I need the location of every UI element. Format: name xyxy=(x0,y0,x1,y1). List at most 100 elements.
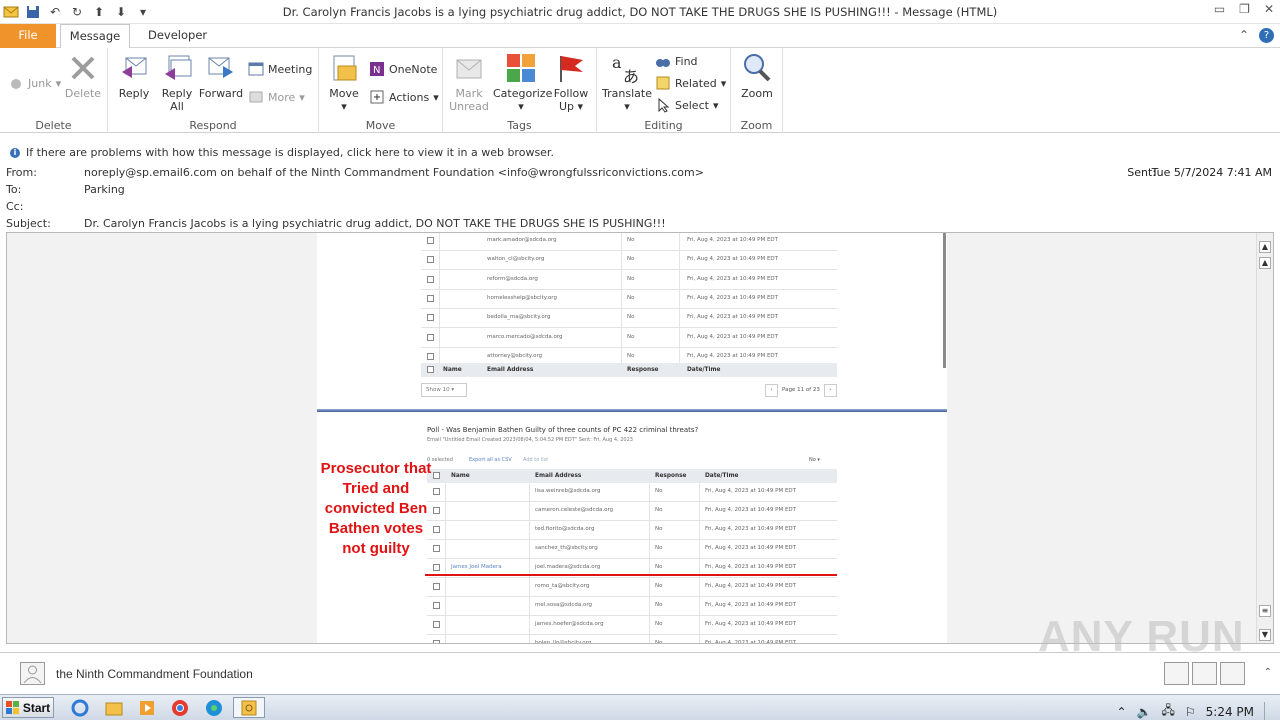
people-pane: the Ninth Commandment Foundation ⌃ xyxy=(0,652,1280,692)
ie-icon[interactable] xyxy=(66,697,94,718)
chrome-icon[interactable] xyxy=(166,697,194,718)
volume-icon[interactable]: 🔈 xyxy=(1137,705,1152,719)
respond-group-label: Respond xyxy=(189,119,237,132)
reply-button[interactable]: Reply xyxy=(114,52,154,100)
cell-email: attorney@sbcity.org xyxy=(487,352,543,359)
row-checkbox xyxy=(427,352,434,360)
move-button[interactable]: Move ▾ xyxy=(325,52,363,113)
forward-button[interactable]: Forward xyxy=(198,52,244,100)
mark-unread-button[interactable]: Mark Unread xyxy=(449,52,489,113)
cell-date: Fri, Aug 4, 2023 at 10:49 PM EDT xyxy=(687,352,779,359)
editing-group-label: Editing xyxy=(644,119,683,132)
recipients-table-1: mark.amador@sdcda.org No Fri, Aug 4, 2023 … xyxy=(421,233,837,375)
avatar[interactable] xyxy=(1164,662,1189,685)
follow-up-button[interactable]: Follow Up ▾ xyxy=(551,52,591,113)
minimize-icon[interactable]: ▭ xyxy=(1214,2,1225,16)
avatar[interactable] xyxy=(1220,662,1245,685)
vertical-scrollbar[interactable]: ▲ ▲ ≡ ▼ xyxy=(1256,233,1273,643)
table1-pagination: ‹ Page 11 of 23 › xyxy=(765,383,837,397)
tab-file[interactable]: File xyxy=(0,24,56,48)
row-checkbox xyxy=(427,256,434,264)
scroll-down-icon[interactable]: ▼ xyxy=(1259,629,1271,641)
show-hidden-icons-icon[interactable]: ⌃ xyxy=(1116,705,1126,719)
categorize-button[interactable]: Categorize ▾ xyxy=(493,52,552,113)
junk-icon xyxy=(8,75,24,91)
row-checkbox xyxy=(427,333,434,341)
delete-x-icon xyxy=(71,56,95,80)
cell-response: No xyxy=(627,237,635,243)
cell-email: sanchez_th@sbcity.org xyxy=(535,545,598,551)
tab-message[interactable]: Message xyxy=(60,24,130,49)
cell-date: Fri, Aug 4, 2023 at 10:49 PM EDT xyxy=(687,237,779,243)
start-button[interactable]: Start xyxy=(2,697,54,718)
edge-icon[interactable] xyxy=(200,697,228,718)
tags-group: Mark Unread Categorize ▾ Follow Up ▾ Tags xyxy=(443,48,597,133)
find-button[interactable]: Find xyxy=(655,52,698,70)
explorer-folder-icon[interactable] xyxy=(100,697,128,718)
message-body-image: mark.amador@sdcda.org No Fri, Aug 4, 2023 … xyxy=(317,233,947,643)
cell-date: Fri, Aug 4, 2023 at 10:49 PM EDT xyxy=(705,602,797,608)
scroll-thumb[interactable]: ≡ xyxy=(1259,605,1271,617)
cell-email: homelesshelp@sbcity.org xyxy=(487,294,557,301)
move-group-label: Move xyxy=(365,119,396,132)
avatar[interactable] xyxy=(20,662,45,685)
select-button[interactable]: Select ▾ xyxy=(655,96,718,114)
to-value[interactable]: Parking xyxy=(84,183,125,196)
actions-icon xyxy=(369,89,385,105)
inner-scrollbar xyxy=(943,233,946,368)
cell-response: No xyxy=(655,583,663,589)
move-folder-icon xyxy=(333,55,357,81)
window-title: Dr. Carolyn Francis Jacobs is a lying ps… xyxy=(282,5,998,19)
delete-button[interactable]: Delete xyxy=(62,52,104,100)
collapse-ribbon-icon[interactable]: ⌃ xyxy=(1239,28,1249,43)
zoom-button[interactable]: Zoom xyxy=(737,52,777,100)
display-problem-infobar[interactable]: i If there are problems with how this me… xyxy=(10,146,554,159)
cell-email: mel.sosa@sdcda.org xyxy=(535,602,592,608)
cell-email: reform@sdcda.org xyxy=(487,275,538,282)
cell-response: No xyxy=(655,507,663,513)
column-divider xyxy=(699,483,700,643)
scroll-up-icon[interactable]: ▲ xyxy=(1259,257,1271,269)
help-icon[interactable]: ? xyxy=(1259,28,1274,43)
scroll-up-icon[interactable]: ▲ xyxy=(1259,241,1271,253)
delete-group-label: Delete xyxy=(35,119,72,132)
maximize-icon[interactable]: ❐ xyxy=(1239,2,1250,16)
show-10-select: Show 10 ▾ xyxy=(421,383,467,397)
meeting-button[interactable]: Meeting xyxy=(248,60,312,78)
title-bar: ↶ ↻ ⬆ ⬇ ▾ Dr. Carolyn Francis Jacobs is … xyxy=(0,0,1280,24)
find-binoculars-icon xyxy=(655,53,671,69)
reply-all-button[interactable]: Reply All xyxy=(158,52,196,113)
translate-button[interactable]: aあ Translate ▾ xyxy=(601,52,653,113)
network-icon[interactable]: 🖧 xyxy=(1161,701,1174,720)
tab-developer[interactable]: Developer xyxy=(136,24,219,48)
cell-response: No xyxy=(627,333,635,340)
row-checkbox xyxy=(427,275,434,283)
show-desktop-button[interactable] xyxy=(1264,701,1272,720)
outlook-taskbar-icon[interactable] xyxy=(233,697,265,718)
cell-email: walton_cl@sbcity.org xyxy=(487,256,545,263)
related-button[interactable]: Related ▾ xyxy=(655,74,726,92)
ribbon: Junk ▾ Delete Delete Reply Reply All Forw… xyxy=(0,48,1280,133)
clock[interactable]: 5:24 PM xyxy=(1206,705,1254,719)
message-body-frame[interactable]: mark.amador@sdcda.org No Fri, Aug 4, 2023 … xyxy=(6,232,1274,644)
more-button[interactable]: More ▾ xyxy=(248,88,305,106)
cell-date: Fri, Aug 4, 2023 at 10:49 PM EDT xyxy=(705,488,797,494)
reply-all-icon xyxy=(165,55,192,80)
avatar[interactable] xyxy=(1192,662,1217,685)
people-pane-name[interactable]: the Ninth Commandment Foundation xyxy=(56,667,253,681)
cell-response: No xyxy=(627,294,635,301)
media-player-icon[interactable] xyxy=(133,697,161,718)
actions-button[interactable]: Actions ▾ xyxy=(369,88,439,106)
close-icon[interactable]: ✕ xyxy=(1264,2,1274,16)
taskbar: Start ⌃ 🔈 🖧 ⚐ 5:24 PM xyxy=(0,694,1280,720)
column-divider xyxy=(621,233,622,368)
onenote-button[interactable]: N OneNote xyxy=(369,60,437,78)
table-row: cameron.celeste@sdcda.org No Fri, Aug 4, 2… xyxy=(427,502,837,521)
poll-title: Poll - Was Benjamin Bathen Guilty of thr… xyxy=(427,426,699,434)
expand-people-pane-icon[interactable]: ⌃ xyxy=(1264,667,1272,678)
from-value[interactable]: noreply@sp.email6.com on behalf of the N… xyxy=(84,166,704,179)
window-controls: ▭ ❐ ✕ xyxy=(1214,2,1274,16)
move-group: Move ▾ N OneNote Actions ▾ Move xyxy=(319,48,443,133)
action-center-flag-icon[interactable]: ⚐ xyxy=(1185,705,1196,719)
junk-button[interactable]: Junk ▾ xyxy=(8,74,61,92)
